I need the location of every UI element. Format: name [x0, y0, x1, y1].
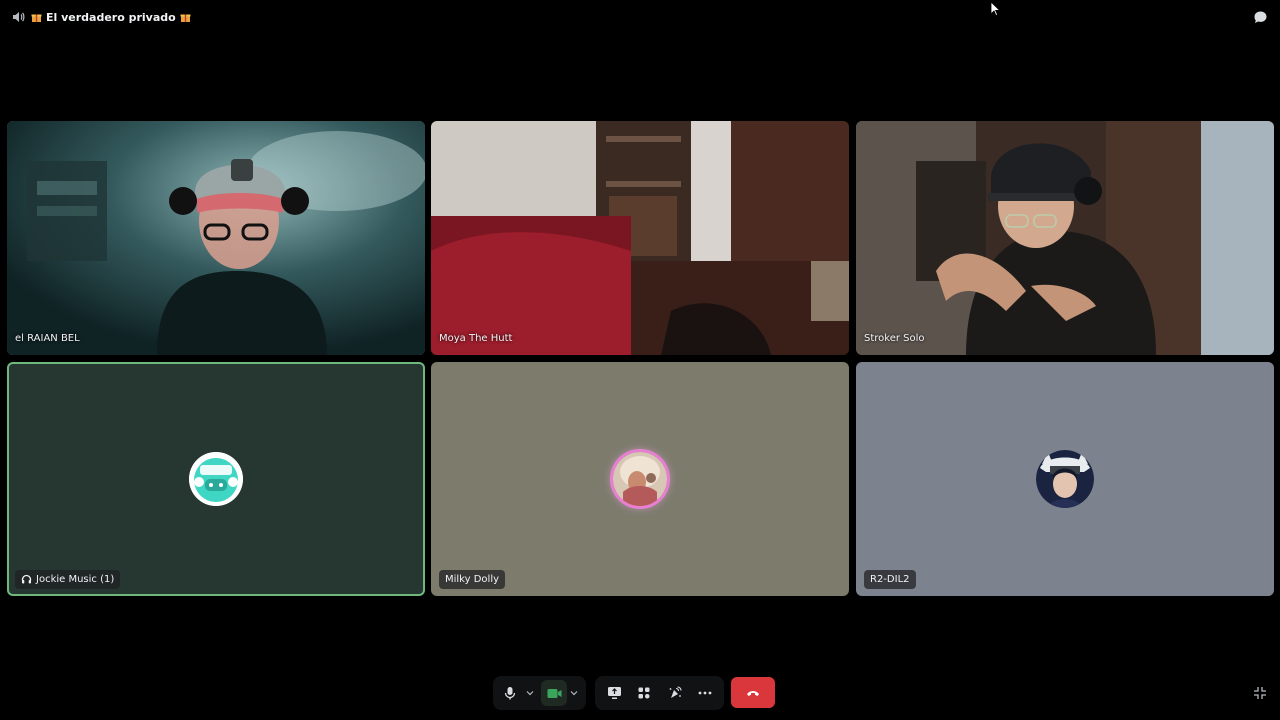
participant-name-label: el RAIAN BEL	[15, 333, 80, 344]
video-feed	[431, 121, 849, 355]
participant-name-label: Jockie Music (1)	[36, 574, 115, 585]
participant-tile[interactable]: Jockie Music (1)	[7, 362, 425, 596]
participant-name-label: R2-DIL2	[870, 574, 910, 585]
avatar	[613, 452, 667, 506]
gift-icon	[180, 11, 192, 23]
participant-tile[interactable]: Milky Dolly	[431, 362, 849, 596]
hang-up-icon	[746, 689, 760, 697]
avatar	[1036, 450, 1094, 508]
participant-tile[interactable]: Stroker Solo	[856, 121, 1274, 355]
mouse-cursor-icon	[990, 1, 1000, 16]
participant-name: Jockie Music (1)	[15, 570, 121, 589]
avatar	[189, 452, 243, 506]
participant-name: el RAIAN BEL	[9, 329, 86, 348]
soundboard-icon[interactable]	[662, 680, 688, 706]
disconnect-button[interactable]	[731, 677, 775, 708]
channel-title: El verdadero privado	[30, 11, 192, 24]
chevron-down-icon[interactable]	[523, 680, 537, 706]
participant-name-label: Stroker Solo	[864, 333, 925, 344]
participant-name: Moya The Hutt	[433, 329, 518, 348]
channel-header: El verdadero privado	[0, 0, 1280, 34]
bot-headphones-icon	[21, 574, 32, 585]
video-feed	[7, 121, 425, 355]
video-feed	[856, 121, 1274, 355]
screen-share-icon[interactable]	[601, 680, 627, 706]
more-icon[interactable]	[692, 680, 718, 706]
gift-icon	[30, 11, 42, 23]
chevron-down-icon[interactable]	[567, 680, 581, 706]
action-controls	[595, 676, 724, 710]
participant-name: Milky Dolly	[439, 570, 506, 589]
activities-icon[interactable]	[631, 680, 657, 706]
camera-icon[interactable]	[541, 680, 567, 706]
media-controls	[493, 676, 586, 710]
participant-name-label: Moya The Hutt	[439, 333, 513, 344]
participant-name: R2-DIL2	[864, 570, 916, 589]
chat-bubble-icon[interactable]	[1252, 9, 1268, 25]
participant-tile[interactable]: R2-DIL2	[856, 362, 1274, 596]
voice-call-window: El verdadero privado el RAIAN BEL Moya T…	[0, 0, 1280, 720]
participant-name: Stroker Solo	[858, 329, 931, 348]
participant-name-label: Milky Dolly	[445, 574, 500, 585]
participant-tile[interactable]: el RAIAN BEL	[7, 121, 425, 355]
fullscreen-exit-icon[interactable]	[1252, 685, 1268, 701]
channel-name: El verdadero privado	[46, 10, 176, 24]
participant-tile[interactable]: Moya The Hutt	[431, 121, 849, 355]
microphone-icon[interactable]	[497, 680, 523, 706]
speaker-icon[interactable]	[10, 9, 26, 25]
